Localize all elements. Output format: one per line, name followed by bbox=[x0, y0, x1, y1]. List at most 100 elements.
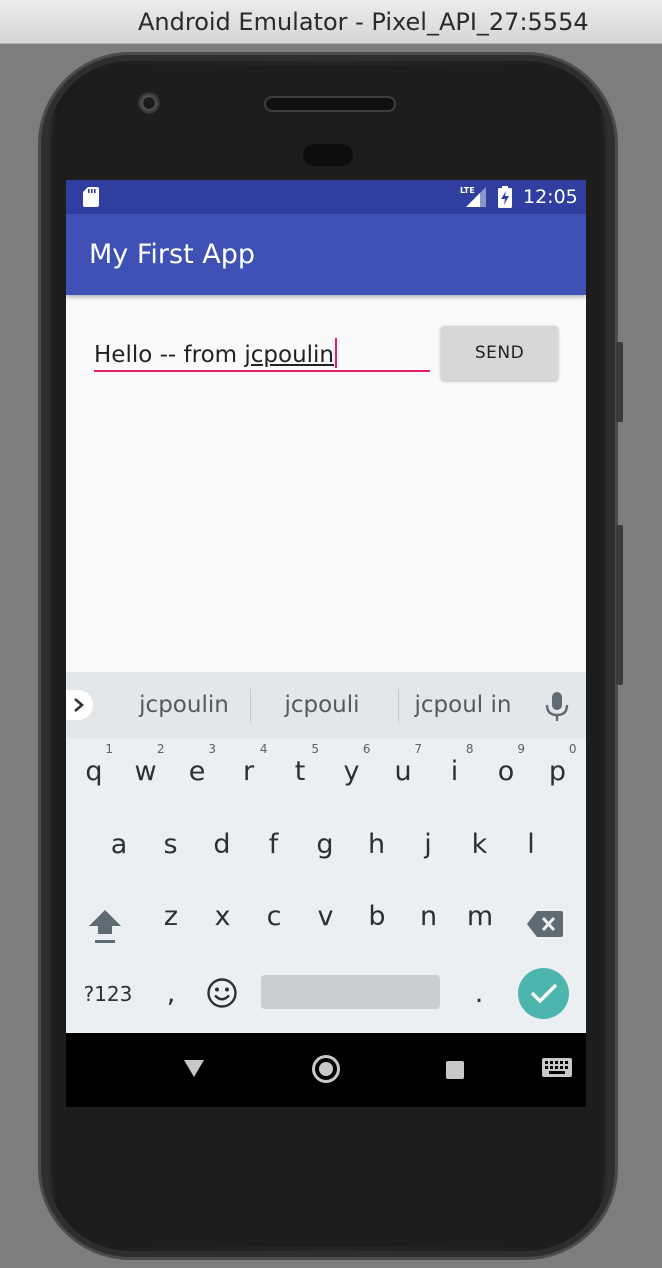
key-label: s bbox=[163, 829, 178, 860]
suggestion-2[interactable]: jcpouli bbox=[264, 692, 380, 718]
key-e[interactable]: e3 bbox=[172, 738, 222, 804]
key-label: u bbox=[394, 756, 412, 787]
space-bar[interactable] bbox=[261, 975, 440, 1009]
key-hint-number: 3 bbox=[208, 742, 216, 756]
key-label: x bbox=[214, 901, 231, 932]
key-label: c bbox=[266, 901, 282, 932]
key-label: m bbox=[466, 901, 494, 932]
keyboard-switch-icon[interactable] bbox=[542, 1058, 572, 1080]
key-b[interactable]: b bbox=[352, 883, 402, 949]
shift-icon bbox=[89, 910, 121, 943]
microphone-icon[interactable] bbox=[545, 692, 569, 722]
key-hint-number: 7 bbox=[414, 742, 422, 756]
key-c[interactable]: c bbox=[249, 883, 299, 949]
suggestion-3[interactable]: jcpoul in bbox=[406, 692, 520, 718]
key-label: y bbox=[343, 756, 360, 787]
key-t[interactable]: t5 bbox=[275, 738, 325, 804]
window-title: Android Emulator - Pixel_API_27:5554 bbox=[138, 8, 589, 36]
key-d[interactable]: d bbox=[197, 811, 247, 877]
app-bar: My First App bbox=[66, 214, 586, 295]
message-prefix-text: Hello -- from bbox=[94, 342, 245, 368]
key-hint-number: 0 bbox=[568, 742, 577, 756]
key-f[interactable]: f bbox=[249, 811, 299, 877]
input-underline bbox=[94, 370, 430, 372]
key-a[interactable]: a bbox=[94, 811, 144, 877]
key-label: e bbox=[188, 756, 206, 787]
text-cursor bbox=[335, 338, 338, 368]
key-hint-number: 4 bbox=[259, 742, 268, 756]
emoji-key[interactable] bbox=[197, 960, 247, 1026]
key-y[interactable]: y6 bbox=[327, 738, 377, 804]
key-g[interactable]: g bbox=[300, 811, 350, 877]
key-r[interactable]: r4 bbox=[224, 738, 274, 804]
power-button[interactable] bbox=[616, 342, 623, 422]
key-x[interactable]: x bbox=[198, 883, 248, 949]
suggestion-divider bbox=[250, 689, 251, 723]
suggestion-1[interactable]: jcpoulin bbox=[126, 692, 242, 718]
key-z[interactable]: z bbox=[146, 883, 196, 949]
message-input[interactable]: Hello -- from jcpoulin bbox=[94, 330, 430, 374]
sd-card-icon bbox=[83, 187, 99, 207]
key-label: o bbox=[497, 756, 515, 787]
key-hint-number: 5 bbox=[311, 742, 319, 756]
earpiece-speaker bbox=[264, 96, 396, 112]
key-label: j bbox=[424, 829, 432, 860]
backspace-icon bbox=[527, 911, 563, 937]
home-icon[interactable] bbox=[312, 1055, 340, 1083]
enter-key[interactable] bbox=[518, 968, 569, 1019]
front-camera bbox=[138, 92, 160, 114]
suggestion-divider bbox=[398, 689, 399, 723]
key-label: g bbox=[316, 829, 334, 860]
message-input-value: Hello -- from jcpoulin bbox=[94, 338, 338, 368]
key-label: q bbox=[85, 756, 103, 787]
shift-key[interactable] bbox=[80, 891, 130, 957]
key-v[interactable]: v bbox=[301, 883, 351, 949]
key-label: t bbox=[294, 756, 306, 787]
battery-charging-icon bbox=[498, 186, 512, 208]
key-label: r bbox=[242, 756, 255, 787]
device-screen: LTE 12:05 My First App Hello -- from jcp… bbox=[66, 180, 586, 1107]
key-s[interactable]: s bbox=[146, 811, 196, 877]
key-l[interactable]: l bbox=[506, 811, 556, 877]
key-u[interactable]: u7 bbox=[378, 738, 428, 804]
suggestion-strip: jcpoulin jcpouli jcpoul in bbox=[66, 672, 586, 738]
key-hint-number: 6 bbox=[362, 742, 371, 756]
key-label: l bbox=[527, 829, 535, 860]
proximity-sensor bbox=[303, 144, 353, 166]
recents-icon[interactable] bbox=[446, 1061, 464, 1079]
key-hint-number: 1 bbox=[105, 742, 113, 756]
soft-keyboard: jcpoulin jcpouli jcpoul in q1w2e3r4t5y6u… bbox=[66, 672, 586, 1033]
key-h[interactable]: h bbox=[352, 811, 402, 877]
status-bar: LTE 12:05 bbox=[66, 180, 586, 214]
symbols-key[interactable]: ?123 bbox=[80, 960, 136, 1026]
expand-toolbar-button[interactable] bbox=[66, 690, 93, 720]
backspace-key[interactable] bbox=[520, 891, 570, 957]
key-label: d bbox=[213, 829, 231, 860]
key-n[interactable]: n bbox=[404, 883, 454, 949]
emulator-title-bar: Android Emulator - Pixel_API_27:5554 bbox=[0, 0, 662, 44]
key-p[interactable]: p0 bbox=[533, 738, 583, 804]
key-o[interactable]: o9 bbox=[481, 738, 531, 804]
key-hint-number: 2 bbox=[156, 742, 165, 756]
key-j[interactable]: j bbox=[403, 811, 453, 877]
volume-button[interactable] bbox=[616, 525, 623, 685]
emoji-icon bbox=[207, 978, 237, 1008]
lte-signal-icon: LTE bbox=[460, 186, 486, 207]
checkmark-icon bbox=[530, 983, 558, 1004]
key-label: i bbox=[450, 756, 459, 787]
period-key[interactable]: . bbox=[454, 960, 504, 1026]
composing-word: jcpoulin bbox=[244, 342, 335, 368]
key-label: a bbox=[110, 829, 128, 860]
send-button[interactable]: SEND bbox=[441, 326, 558, 380]
key-label: k bbox=[471, 829, 488, 860]
back-icon[interactable] bbox=[184, 1060, 204, 1078]
key-w[interactable]: w2 bbox=[121, 738, 171, 804]
key-label: p bbox=[548, 756, 567, 787]
key-q[interactable]: q1 bbox=[69, 738, 119, 804]
comma-key[interactable]: , bbox=[146, 960, 196, 1026]
key-m[interactable]: m bbox=[455, 883, 505, 949]
key-i[interactable]: i8 bbox=[430, 738, 480, 804]
key-label: h bbox=[367, 829, 386, 860]
key-label: b bbox=[368, 901, 386, 932]
key-k[interactable]: k bbox=[455, 811, 505, 877]
